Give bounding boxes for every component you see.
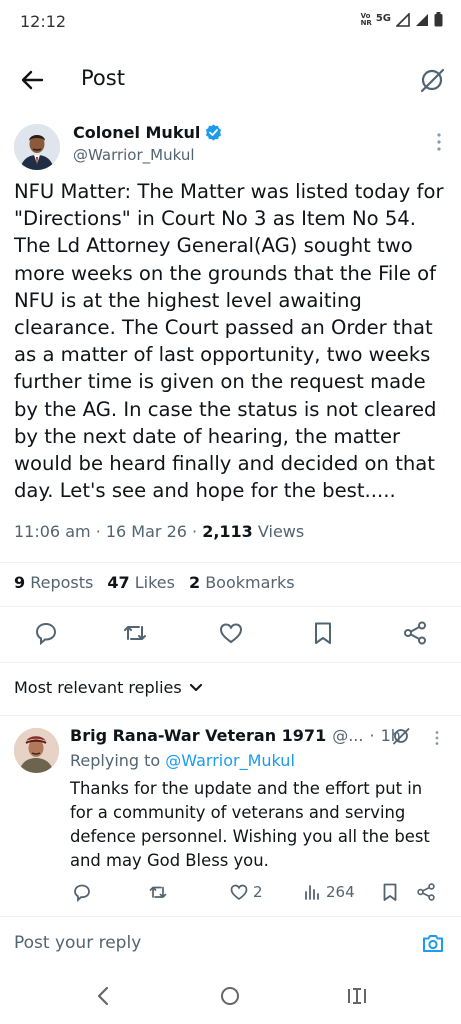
more-options-icon[interactable] — [436, 132, 442, 152]
reply-time-separator: · — [369, 726, 375, 745]
post-stats: 9 Reposts 47 Likes 2 Bookmarks — [14, 573, 295, 592]
divider — [0, 562, 461, 563]
repost-icon[interactable] — [122, 620, 148, 646]
share-icon — [417, 883, 435, 901]
post-actions — [0, 620, 461, 648]
reply-input[interactable]: Post your reply — [14, 933, 141, 953]
divider — [0, 662, 461, 663]
avatar-image — [14, 124, 60, 170]
reply-reply-button[interactable] — [72, 882, 92, 902]
nav-recents-icon[interactable] — [346, 986, 368, 1006]
reply-like-button[interactable]: 2 — [229, 882, 263, 902]
bookmark-icon[interactable] — [310, 620, 336, 646]
battery-icon — [434, 12, 443, 27]
bookmarks-label: Bookmarks — [205, 573, 295, 592]
avatar[interactable] — [14, 124, 60, 170]
replies-sort-dropdown[interactable]: Most relevant replies — [14, 678, 202, 697]
reply-actions: 2 264 — [0, 882, 461, 906]
replying-to-mention[interactable]: @Warrior_Mukul — [165, 751, 295, 770]
system-nav-bar — [0, 968, 461, 1024]
author-handle[interactable]: @Warrior_Mukul — [73, 146, 195, 164]
reposts-label: Reposts — [30, 573, 94, 592]
bookmark-icon — [383, 883, 397, 901]
likes-count: 47 — [107, 573, 130, 592]
reply-composer[interactable]: Post your reply — [0, 916, 461, 968]
share-icon[interactable] — [402, 620, 428, 646]
more-options-icon[interactable] — [434, 730, 440, 746]
like-icon[interactable] — [218, 620, 244, 646]
bookmarks-count: 2 — [188, 573, 201, 592]
nav-home-icon[interactable] — [220, 986, 240, 1006]
post-text: NFU Matter: The Matter was listed today … — [14, 180, 444, 503]
views-icon — [305, 885, 319, 900]
replying-to: Replying to @Warrior_Mukul — [70, 751, 295, 770]
reply-icon[interactable] — [33, 620, 59, 646]
reply-author-handle[interactable]: @... — [332, 726, 363, 745]
top-bar: Post — [0, 58, 461, 102]
network-type-label: 5G — [375, 13, 391, 24]
replying-to-label: Replying to — [70, 751, 161, 770]
status-time: 12:12 — [20, 12, 67, 31]
meta-separator: · — [95, 522, 106, 541]
post-time: 11:06 am — [14, 522, 91, 541]
camera-icon[interactable] — [421, 931, 445, 955]
reply-share-button[interactable] — [416, 882, 436, 902]
reply-header: Brig Rana-War Veteran 1971 @... · 1h — [70, 726, 401, 745]
bookmarks-stat[interactable]: 2 Bookmarks — [189, 573, 295, 592]
author-name-row[interactable]: Colonel Mukul — [73, 123, 222, 142]
reply-views-button[interactable]: 264 — [302, 882, 355, 902]
divider — [0, 715, 461, 716]
grok-icon[interactable] — [392, 727, 410, 745]
avatar[interactable] — [14, 728, 59, 773]
avatar-image — [14, 728, 59, 773]
signal-icon — [416, 13, 428, 26]
signal-icon — [396, 12, 410, 27]
nav-back-icon[interactable] — [94, 986, 112, 1006]
meta-separator: · — [192, 522, 203, 541]
page-title: Post — [81, 66, 125, 90]
views-label[interactable]: Views — [258, 522, 304, 541]
like-icon — [230, 884, 248, 901]
reply-text: Thanks for the update and the effort put… — [70, 779, 430, 870]
views-count[interactable]: 2,113 — [202, 522, 253, 541]
reply-icon — [74, 884, 90, 902]
likes-label: Likes — [134, 573, 175, 592]
reposts-count: 9 — [14, 573, 26, 592]
reply-repost-button[interactable] — [148, 882, 168, 902]
reply-views-count: 264 — [326, 883, 355, 901]
status-icons: Vo NR 5G — [361, 12, 443, 27]
post-meta: 11:06 am · 16 Mar 26 · 2,113 Views — [14, 522, 304, 541]
verified-badge-icon — [206, 124, 222, 141]
post-author: Colonel Mukul @Warrior_Mukul — [14, 118, 454, 174]
reply-likes-count: 2 — [253, 883, 263, 901]
volte-indicator: Vo NR — [360, 12, 372, 27]
post-date: 16 Mar 26 — [105, 522, 187, 541]
replies-sort-label: Most relevant replies — [14, 678, 182, 697]
author-name[interactable]: Colonel Mukul — [73, 123, 200, 142]
repost-icon — [149, 886, 167, 898]
reply-author-name[interactable]: Brig Rana-War Veteran 1971 — [70, 726, 326, 745]
likes-stat[interactable]: 47 Likes — [107, 573, 175, 592]
status-bar: 12:12 Vo NR 5G — [0, 0, 461, 44]
carrier-bottom-label: NR — [360, 18, 372, 27]
back-arrow-icon[interactable] — [20, 69, 44, 91]
grok-icon[interactable] — [419, 67, 445, 93]
reply-bookmark-button[interactable] — [380, 882, 400, 902]
reposts-stat[interactable]: 9 Reposts — [14, 573, 93, 592]
chevron-down-icon — [189, 683, 202, 691]
divider — [0, 606, 461, 607]
